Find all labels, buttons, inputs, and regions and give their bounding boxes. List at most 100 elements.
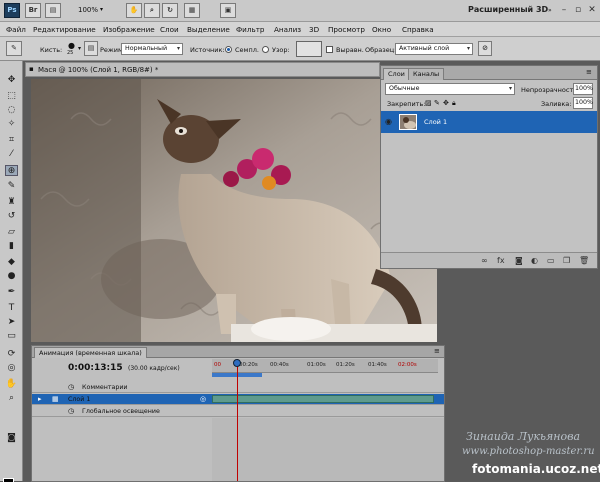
pen-tool-icon[interactable]: ✒: [5, 287, 18, 298]
brush-dropdown-icon[interactable]: ▾: [78, 45, 81, 52]
zoom-level[interactable]: 100%: [78, 6, 98, 14]
eraser-tool-icon[interactable]: ▱: [5, 227, 18, 238]
restore-icon[interactable]: ▫: [572, 4, 584, 16]
clone-source-panel-icon[interactable]: ▤: [84, 41, 98, 56]
layer-mask-icon[interactable]: ◙: [515, 256, 523, 265]
3d-orbit-tool-icon[interactable]: ◎: [5, 363, 18, 374]
sample-select[interactable]: Активный слой ▾: [395, 43, 473, 55]
sampled-radio[interactable]: [225, 46, 232, 53]
brush-tool-icon[interactable]: ✎: [5, 181, 18, 192]
hand-tool-icon[interactable]: ✋: [126, 3, 142, 18]
panel-menu-icon[interactable]: ≡: [586, 68, 592, 76]
document-canvas[interactable]: [31, 79, 437, 342]
clone-stamp-preset-icon[interactable]: ✎: [6, 41, 22, 56]
menu-analysis[interactable]: Анализ: [274, 25, 301, 34]
minimize-icon[interactable]: –: [558, 4, 570, 16]
lasso-tool-icon[interactable]: ◌: [5, 105, 18, 116]
menu-file[interactable]: Файл: [6, 25, 26, 34]
pattern-picker[interactable]: [296, 41, 322, 57]
menu-help[interactable]: Справка: [402, 25, 434, 34]
marquee-tool-icon[interactable]: ⬚: [5, 91, 18, 102]
workspace-dropdown-icon[interactable]: »: [548, 7, 552, 14]
menu-layers[interactable]: Слои: [160, 25, 179, 34]
tab-layers[interactable]: Слои: [383, 68, 410, 80]
blend-mode-value: Обычные: [389, 85, 420, 92]
eyedropper-tool-icon[interactable]: ⁄: [5, 149, 18, 160]
close-icon[interactable]: ✕: [586, 4, 598, 16]
pattern-radio[interactable]: [262, 46, 269, 53]
path-selection-tool-icon[interactable]: ➤: [5, 317, 18, 328]
lock-transparent-icon[interactable]: ▨: [425, 99, 432, 107]
menu-view[interactable]: Просмотр: [328, 25, 365, 34]
timeline-ruler[interactable]: 00 00:20s 00:40s 01:00s 01:20s 01:40s 02…: [212, 359, 438, 373]
comments-track[interactable]: ◷ Комментарии: [32, 382, 444, 393]
eye-icon[interactable]: ◉: [385, 117, 392, 126]
magic-wand-tool-icon[interactable]: ✧: [5, 119, 18, 130]
zoom-tool-icon[interactable]: ⌕: [144, 3, 160, 18]
layer-row[interactable]: ◉ Слой 1: [381, 111, 597, 133]
quick-mask-icon[interactable]: ◙: [5, 433, 18, 444]
playhead[interactable]: [237, 359, 238, 481]
aligned-label: Выравн.: [336, 46, 364, 54]
bridge-icon[interactable]: Br: [25, 3, 41, 18]
new-group-icon[interactable]: ▭: [547, 256, 555, 265]
blend-mode-select[interactable]: Обычные ▾: [385, 83, 515, 95]
foreground-color-swatch[interactable]: [3, 478, 14, 482]
tab-animation[interactable]: Анимация (временная шкала): [34, 347, 147, 358]
playhead-handle[interactable]: [233, 359, 241, 367]
menu-filter[interactable]: Фильтр: [236, 25, 264, 34]
move-tool-icon[interactable]: ✥: [5, 75, 18, 86]
opacity-input[interactable]: 100%: [573, 83, 593, 95]
stopwatch-icon[interactable]: ◷: [68, 407, 74, 415]
layer-track[interactable]: ▸ ▦ Слой 1 ◎: [32, 394, 444, 405]
history-brush-tool-icon[interactable]: ↺: [5, 211, 18, 222]
workspace-name[interactable]: Расширенный 3D: [468, 5, 548, 14]
timeline-area[interactable]: [212, 418, 444, 481]
shape-tool-icon[interactable]: ▭: [5, 331, 18, 342]
view-extras-icon[interactable]: ▤: [45, 3, 61, 18]
source-label: Источник:: [190, 46, 225, 54]
audio-track-icon[interactable]: ◎: [200, 395, 206, 403]
menu-select[interactable]: Выделение: [187, 25, 230, 34]
new-layer-icon[interactable]: ❐: [563, 256, 570, 265]
menu-3d[interactable]: 3D: [309, 25, 319, 34]
type-tool-icon[interactable]: T: [5, 303, 18, 314]
ignore-adjustment-layers-icon[interactable]: ⊘: [478, 41, 492, 56]
blur-tool-icon[interactable]: ◆: [5, 257, 18, 268]
link-layers-icon[interactable]: ∞: [481, 256, 488, 265]
dodge-tool-icon[interactable]: ●: [5, 271, 18, 282]
menu-edit[interactable]: Редактирование: [33, 25, 96, 34]
mode-select[interactable]: Нормальный ▾: [121, 43, 183, 55]
photoshop-logo: Ps: [4, 3, 20, 18]
trash-icon[interactable]: 🗑︎: [579, 256, 589, 265]
hand-tool-icon[interactable]: ✋: [5, 379, 18, 390]
tab-channels[interactable]: Каналы: [408, 68, 445, 80]
timecode[interactable]: 0:00:13:15: [68, 363, 123, 373]
menu-window[interactable]: Окно: [372, 25, 391, 34]
document-tab[interactable]: ▪ Мася @ 100% (Слой 1, RGB/8#) *: [25, 62, 380, 77]
zoom-dropdown-icon[interactable]: ▾: [100, 6, 103, 13]
lock-image-icon[interactable]: ✎: [434, 99, 440, 107]
crop-tool-icon[interactable]: ⌗: [5, 135, 18, 146]
expand-arrow-icon[interactable]: ▸: [38, 395, 42, 403]
arrange-documents-icon[interactable]: ▦: [184, 3, 200, 18]
layer-style-icon[interactable]: fx: [497, 256, 505, 265]
gradient-tool-icon[interactable]: ▮: [5, 241, 18, 252]
menu-image[interactable]: Изображение: [103, 25, 155, 34]
zoom-tool-icon[interactable]: ⌕: [5, 393, 18, 404]
screen-mode-icon[interactable]: ▣: [220, 3, 236, 18]
panel-menu-icon[interactable]: ≡: [434, 347, 440, 355]
lock-all-icon[interactable]: 🔒︎: [452, 99, 456, 108]
healing-tool-icon[interactable]: ⊕: [5, 165, 18, 176]
layer-duration-bar[interactable]: [212, 395, 434, 403]
global-lighting-track[interactable]: ◷ Глобальное освещение: [32, 406, 444, 417]
lock-position-icon[interactable]: ✥: [443, 99, 449, 107]
stopwatch-icon[interactable]: ◷: [68, 383, 74, 391]
brush-dot-icon[interactable]: ●: [68, 41, 75, 50]
adjustment-layer-icon[interactable]: ◐: [531, 256, 538, 265]
clone-stamp-tool-icon[interactable]: ♜: [5, 197, 18, 208]
3d-rotate-tool-icon[interactable]: ⟳: [5, 349, 18, 360]
fill-input[interactable]: 100%: [573, 97, 593, 109]
aligned-checkbox[interactable]: [326, 46, 333, 53]
rotate-view-icon[interactable]: ↻: [162, 3, 178, 18]
